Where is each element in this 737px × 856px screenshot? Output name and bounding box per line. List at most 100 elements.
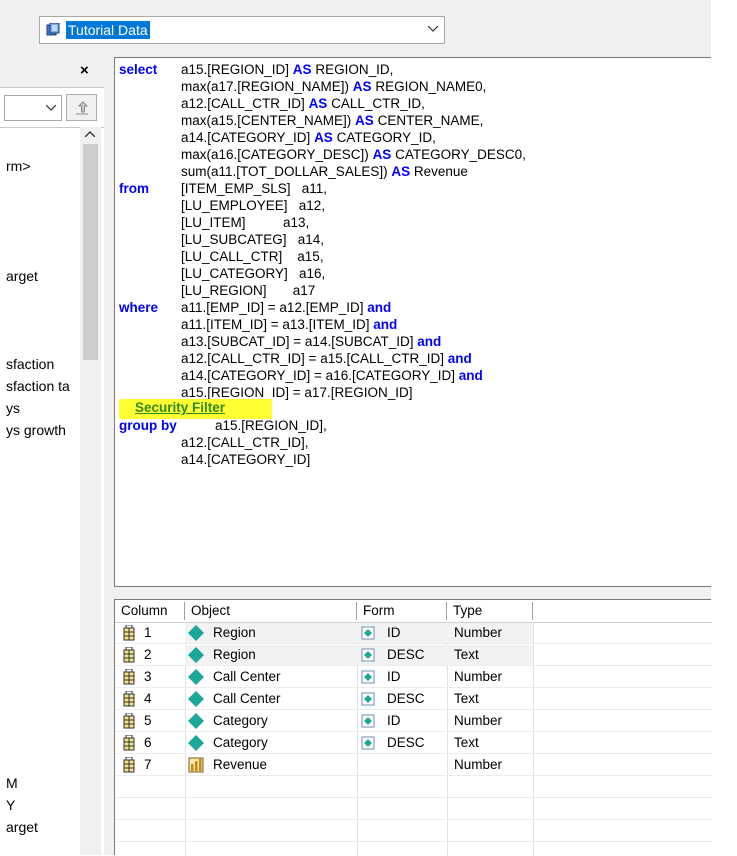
sql-text: CENTER_NAME,	[373, 113, 484, 128]
chevron-down-icon	[428, 26, 438, 32]
data-type: Number	[454, 713, 503, 728]
column-icon	[123, 691, 135, 707]
sql-text: max(a15.[CENTER_NAME])	[181, 113, 356, 128]
close-icon[interactable]: ×	[80, 62, 89, 80]
data-type: Number	[454, 757, 503, 772]
list-item[interactable]: M	[6, 774, 80, 792]
table-row[interactable]: 6 Category DESC Text	[115, 732, 712, 754]
security-filter-highlight: Security Filter	[119, 399, 272, 419]
column-number: 2	[144, 647, 152, 662]
column-header-form[interactable]: Form	[357, 602, 447, 620]
column-icon	[123, 757, 135, 773]
list-item[interactable]: sfaction ta	[6, 377, 80, 395]
sql-code: sum(a11.[TOT_DOLLAR_SALES]) AS Revenue	[181, 163, 468, 180]
toolbar: Tutorial Data	[0, 0, 711, 57]
sql-text: CATEGORY_ID,	[332, 130, 436, 145]
sql-text: [LU_EMPLOYEE] a12,	[181, 198, 326, 213]
data-type: Number	[454, 625, 503, 640]
sql-keyword: AS	[292, 62, 312, 77]
sql-code: [LU_REGION] a17	[181, 282, 315, 299]
sql-text: max(a17.[REGION_NAME])	[181, 79, 353, 94]
sql-code: a12.[CALL_CTR_ID] AS CALL_CTR_ID,	[181, 95, 425, 112]
vertical-scrollbar[interactable]	[80, 127, 101, 855]
sql-code: [LU_EMPLOYEE] a12,	[181, 197, 325, 214]
sql-keyword: and	[367, 300, 392, 315]
sql-keyword: AS	[308, 96, 328, 111]
sql-text: a15.[REGION_ID] = a17.[REGION_ID]	[181, 385, 413, 400]
column-icon	[123, 669, 135, 685]
sql-keyword: AS	[352, 79, 372, 94]
folder-dropdown[interactable]	[4, 95, 62, 121]
object-name: Region	[213, 625, 256, 640]
sql-code: a13.[SUBCAT_ID] = a14.[SUBCAT_ID] and	[181, 333, 441, 350]
object-name: Call Center	[213, 691, 281, 706]
sql-text: a13.[SUBCAT_ID] = a14.[SUBCAT_ID]	[181, 334, 418, 349]
scrollbar-thumb[interactable]	[83, 144, 98, 360]
table-row[interactable]: 7 Revenue Number	[115, 754, 712, 776]
attribute-icon	[188, 691, 204, 707]
sql-text: a15.[REGION_ID]	[181, 62, 293, 77]
attribute-icon	[188, 647, 204, 663]
list-item[interactable]: ys	[6, 399, 80, 417]
column-number: 5	[144, 713, 152, 728]
attribute-icon	[188, 669, 204, 685]
list-item[interactable]: ys growth	[6, 421, 80, 439]
folder-up-button[interactable]	[66, 94, 97, 121]
column-header-object[interactable]: Object	[185, 602, 357, 620]
chevron-up-icon[interactable]	[85, 131, 95, 137]
sql-keyword: and	[447, 351, 472, 366]
sql-code: [LU_SUBCATEG] a14,	[181, 231, 324, 248]
form-name: ID	[387, 713, 401, 728]
security-filter-label: Security Filter	[135, 400, 226, 415]
vertical-splitter[interactable]	[104, 57, 114, 855]
object-name: Category	[213, 735, 268, 750]
table-row[interactable]: 1 Region ID Number	[115, 622, 712, 644]
horizontal-splitter[interactable]	[114, 587, 711, 599]
column-number: 4	[144, 691, 152, 706]
list-item[interactable]: arget	[6, 818, 80, 836]
column-icon	[123, 647, 135, 663]
sql-text: a11.[EMP_ID] = a12.[EMP_ID]	[181, 300, 368, 315]
sql-code: a14.[CATEGORY_ID] = a16.[CATEGORY_ID] an…	[181, 367, 483, 384]
sql-text: max(a16.[CATEGORY_DESC])	[181, 147, 373, 162]
sql-text: a12.[CALL_CTR_ID] = a15.[CALL_CTR_ID]	[181, 351, 448, 366]
sql-text: [ITEM_EMP_SLS] a11,	[181, 181, 328, 196]
table-row[interactable]: 4 Call Center DESC Text	[115, 688, 712, 710]
sql-text: a11.[ITEM_ID] = a13.[ITEM_ID]	[181, 317, 374, 332]
sql-code: [LU_ITEM] a13,	[181, 214, 309, 231]
sql-text: [LU_CALL_CTR] a15,	[181, 249, 324, 264]
table-row[interactable]: 3 Call Center ID Number	[115, 666, 712, 688]
folder-up-icon	[76, 101, 89, 115]
list-item[interactable]: sfaction	[6, 355, 80, 373]
sql-code: a11.[ITEM_ID] = a13.[ITEM_ID] and	[181, 316, 397, 333]
list-item[interactable]: rm>	[6, 157, 80, 175]
column-number: 6	[144, 735, 152, 750]
datasource-dropdown[interactable]: Tutorial Data	[39, 16, 445, 44]
column-header-type[interactable]: Type	[447, 602, 533, 620]
sql-keyword: AS	[391, 164, 411, 179]
database-icon	[46, 23, 60, 36]
list-item[interactable]: Y	[6, 796, 80, 814]
sql-text: CATEGORY_DESC0,	[391, 147, 526, 162]
form-icon	[361, 670, 375, 684]
grid-header: Column Object Form Type	[115, 600, 712, 623]
sql-code: a15.[REGION_ID] AS REGION_ID,	[181, 61, 393, 78]
form-name: DESC	[387, 647, 425, 662]
table-row[interactable]: 5 Category ID Number	[115, 710, 712, 732]
sql-text: CALL_CTR_ID,	[327, 96, 425, 111]
column-header-column[interactable]: Column	[115, 602, 185, 620]
list-item[interactable]: arget	[6, 267, 80, 285]
object-browser-panel: × rm> arget sfaction sfaction ta ys ys g…	[0, 57, 104, 855]
data-type: Text	[454, 647, 479, 662]
object-name: Category	[213, 713, 268, 728]
sql-keyword: AS	[372, 147, 392, 162]
sql-code: max(a16.[CATEGORY_DESC]) AS CATEGORY_DES…	[181, 146, 526, 163]
sql-view[interactable]: select a15.[REGION_ID] AS REGION_ID, max(a…	[114, 57, 711, 587]
form-name: ID	[387, 625, 401, 640]
table-row[interactable]: 2 Region DESC Text	[115, 644, 712, 666]
sql-text: REGION_NAME0,	[371, 79, 487, 94]
attribute-icon	[188, 713, 204, 729]
sql-keyword: where	[119, 300, 159, 315]
attribute-icon	[188, 735, 204, 751]
sql-code: a15.[REGION_ID],	[215, 418, 327, 433]
